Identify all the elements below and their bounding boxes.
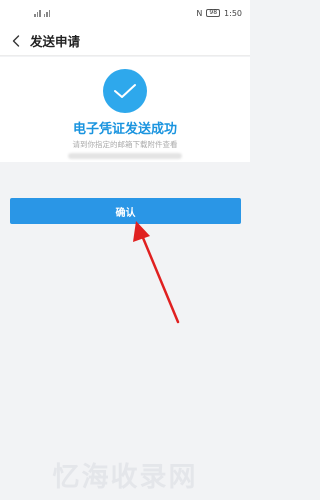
success-subtitle: 请到你指定的邮箱下载附件查看 [72,140,178,149]
watermark: 忆海收录网 [52,462,198,493]
checkmark-icon [114,84,136,98]
battery-icon: 98 [206,9,221,17]
result-card: 电子凭证发送成功 请到你指定的邮箱下载附件查看 [0,57,250,162]
status-time: 1:50 [224,8,242,18]
page-title: 发送申请 [30,34,81,49]
status-bar: N 98 1:50 [0,0,250,26]
signal-icon [34,9,41,17]
signal-indicators [34,9,50,17]
signal-icon-2 [43,9,50,17]
status-right: N 98 1:50 [196,9,242,18]
success-icon [103,69,147,113]
back-button[interactable] [4,26,28,56]
nav-bar: 发送申请 [0,26,250,56]
blurred-email [68,153,182,159]
nfc-icon: N [196,8,203,18]
success-title: 电子凭证发送成功 [72,122,177,137]
confirm-button[interactable]: 确认 [10,198,241,224]
chevron-left-icon [12,34,20,47]
